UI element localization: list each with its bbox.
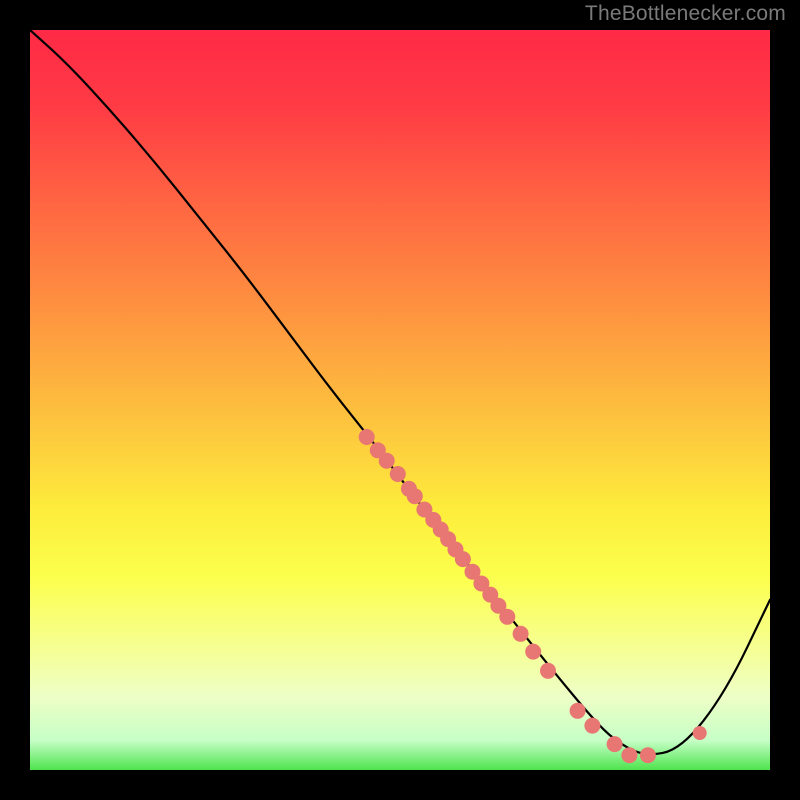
- data-marker: [379, 453, 395, 469]
- plot-area: [30, 30, 770, 770]
- data-marker: [621, 747, 637, 763]
- data-marker: [407, 488, 423, 504]
- data-markers: [359, 429, 707, 763]
- data-marker: [693, 726, 707, 740]
- curve-svg: [30, 30, 770, 770]
- data-marker: [584, 718, 600, 734]
- data-marker: [513, 626, 529, 642]
- data-marker: [525, 644, 541, 660]
- data-marker: [359, 429, 375, 445]
- data-marker: [499, 609, 515, 625]
- data-marker: [640, 747, 656, 763]
- data-marker: [390, 466, 406, 482]
- attribution-text: TheBottlenecker.com: [585, 2, 786, 26]
- bottleneck-curve: [30, 30, 770, 754]
- chart-container: TheBottlenecker.com: [0, 0, 800, 800]
- data-marker: [540, 663, 556, 679]
- data-marker: [570, 703, 586, 719]
- data-marker: [607, 736, 623, 752]
- data-marker: [455, 551, 471, 567]
